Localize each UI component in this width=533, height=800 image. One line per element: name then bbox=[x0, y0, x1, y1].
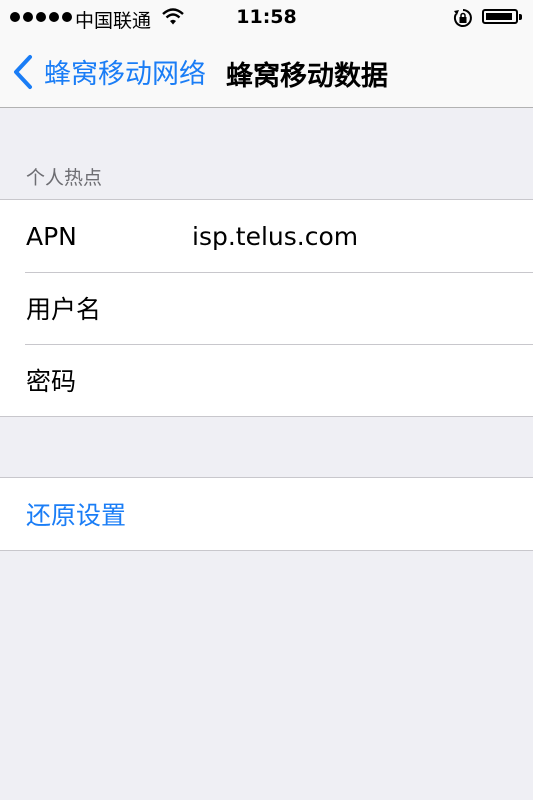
navigation-bar: 蜂窝移动网络 蜂窝移动数据 bbox=[0, 36, 533, 106]
back-button[interactable]: 蜂窝移动网络 bbox=[12, 52, 206, 91]
section-header-hotspot: 个人热点 bbox=[26, 167, 103, 189]
apn-row[interactable]: APN isp.telus.com bbox=[0, 200, 533, 272]
username-row[interactable]: 用户名 bbox=[0, 272, 533, 344]
reset-settings-button[interactable]: 还原设置 bbox=[0, 478, 533, 550]
reset-group: 还原设置 bbox=[0, 477, 533, 551]
back-button-label: 蜂窝移动网络 bbox=[44, 59, 206, 90]
page-title: 蜂窝移动数据 bbox=[226, 61, 388, 92]
hotspot-settings-group: APN isp.telus.com 用户名 密码 bbox=[0, 199, 533, 417]
chevron-left-icon bbox=[14, 54, 32, 89]
username-label: 用户名 bbox=[26, 295, 102, 324]
top-bar: 中国联通 11:58 蜂窝移动网络 蜂窝移动数据 bbox=[0, 0, 533, 108]
battery-icon bbox=[482, 9, 522, 24]
password-row[interactable]: 密码 bbox=[0, 344, 533, 416]
apn-field[interactable]: isp.telus.com bbox=[192, 222, 358, 251]
password-label: 密码 bbox=[26, 367, 77, 396]
rotation-lock-icon bbox=[453, 9, 472, 27]
apn-label: APN bbox=[26, 221, 77, 251]
reset-settings-label: 还原设置 bbox=[26, 501, 127, 530]
status-bar: 中国联通 11:58 bbox=[0, 0, 533, 36]
